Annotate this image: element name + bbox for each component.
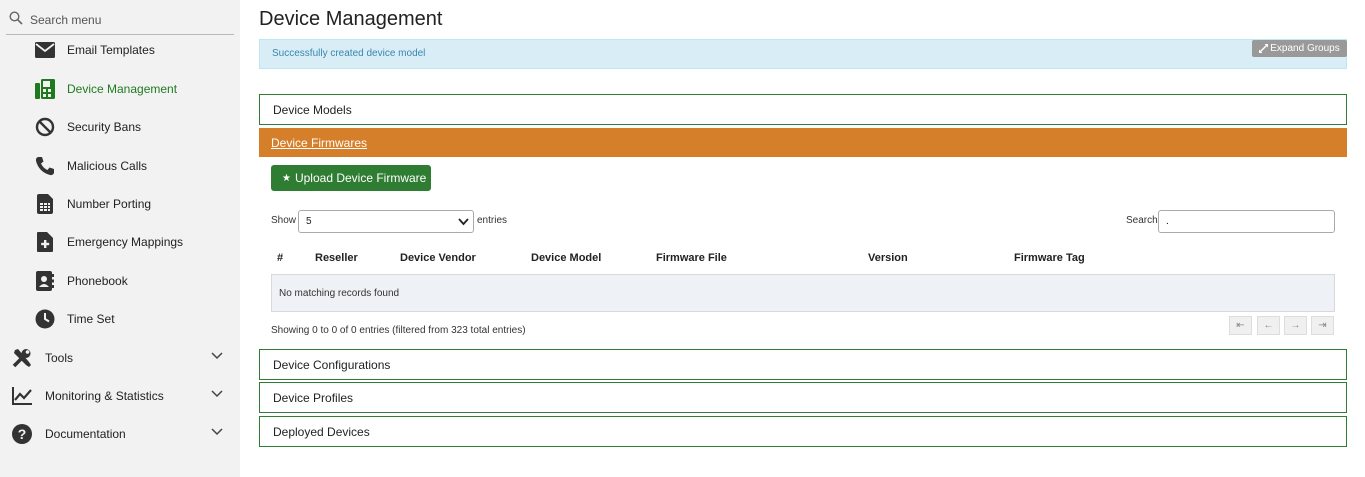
file-medical-icon [34,231,56,253]
success-alert: Successfully created device model [259,39,1347,69]
sidebar-item-email-templates[interactable]: Email Templates [0,31,240,69]
chart-line-icon [11,385,33,407]
column-header-firmware-tag[interactable]: Firmware Tag [1014,252,1085,264]
sidebar-group-documentation[interactable]: ? Documentation [0,415,240,453]
table-search-input[interactable] [1158,210,1335,233]
column-header-firmware-file[interactable]: Firmware File [656,252,727,264]
section-title: Device Profiles [273,390,354,405]
sidebar: Email Templates Device Management Securi… [0,0,240,477]
expand-groups-label: Expand Groups [1270,43,1340,54]
sidebar-group-label: Monitoring & Statistics [45,389,164,403]
section-deployed-devices[interactable]: Deployed Devices [259,416,1347,447]
show-label: Show [271,215,297,226]
sidebar-item-emergency-mappings[interactable]: Emergency Mappings [0,223,240,261]
sidebar-group-label: Tools [45,351,74,365]
tools-icon [11,347,33,369]
sidebar-item-label: Number Porting [67,197,152,211]
expand-icon [1259,44,1269,53]
right-arrow-icon: → [1290,320,1301,331]
fax-icon [34,78,56,100]
pager-previous-button[interactable]: ← [1257,316,1280,335]
pager-last-button[interactable]: ⇥ [1311,316,1334,335]
page-length-select[interactable]: 5 [298,210,474,233]
section-title: Device Models [273,102,352,117]
sidebar-group-label: Documentation [45,427,126,441]
pager-next-button[interactable]: → [1284,316,1307,335]
sidebar-item-phonebook[interactable]: Phonebook [0,262,240,300]
sidebar-item-label: Malicious Calls [67,159,148,173]
clock-icon [34,308,56,330]
column-header-version[interactable]: Version [868,252,908,264]
upload-device-firmware-button[interactable]: ★ Upload Device Firmware [271,165,431,191]
address-book-icon [34,270,56,292]
sidebar-item-number-porting[interactable]: Number Porting [0,185,240,223]
sidebar-item-label: Emergency Mappings [67,235,184,249]
section-device-models[interactable]: Device Models [259,94,1347,125]
section-device-firmwares: Device Firmwares [259,128,1347,157]
sidebar-item-label: Security Bans [67,120,142,134]
chevron-down-icon [211,390,223,398]
last-arrow-icon: ⇥ [1318,320,1327,331]
column-header-reseller[interactable]: Reseller [315,252,358,264]
search-icon [9,11,23,25]
search-label: Search: [1126,215,1161,226]
column-header-device-model[interactable]: Device Model [531,252,601,264]
column-header-device-vendor[interactable]: Device Vendor [400,252,476,264]
search-menu-input[interactable] [30,13,230,27]
sidebar-item-security-bans[interactable]: Security Bans [0,108,240,146]
empty-message: No matching records found [279,287,400,299]
page-length-value: 5 [306,216,312,227]
sidebar-group-monitoring[interactable]: Monitoring & Statistics [0,377,240,415]
column-header-id[interactable]: # [277,252,283,264]
left-arrow-icon: ← [1263,320,1274,331]
table-info: Showing 0 to 0 of 0 entries (filtered fr… [271,325,526,336]
sidebar-item-malicious-calls[interactable]: Malicious Calls [0,147,240,185]
sidebar-item-label: Device Management [67,82,178,96]
sidebar-item-label: Phonebook [67,274,128,288]
alert-message: Successfully created device model [272,48,426,59]
sidebar-item-label: Email Templates [67,43,155,57]
star-icon: ★ [282,172,291,184]
chevron-down-icon [211,352,223,360]
table-empty-row: No matching records found [271,274,1335,312]
sidebar-group-tools[interactable]: Tools [0,339,240,377]
page-title: Device Management [259,8,443,30]
sidebar-item-time-set[interactable]: Time Set [0,300,240,338]
section-title: Device Configurations [273,357,391,372]
question-circle-icon: ? [11,423,33,445]
envelope-icon [34,39,56,61]
chevron-down-icon [211,428,223,436]
svg-text:?: ? [18,426,27,442]
first-arrow-icon: ⇤ [1236,320,1245,331]
section-title: Deployed Devices [273,424,370,439]
section-device-profiles[interactable]: Device Profiles [259,382,1347,413]
pager-first-button[interactable]: ⇤ [1229,316,1252,335]
entries-label: entries [477,215,508,226]
expand-groups-button[interactable]: Expand Groups [1252,40,1347,57]
sim-card-icon [34,193,56,215]
upload-button-label: Upload Device Firmware [294,171,427,185]
sidebar-item-label: Time Set [67,312,115,326]
section-title-link[interactable]: Device Firmwares [271,136,367,150]
ban-icon [34,116,56,138]
sidebar-item-device-management[interactable]: Device Management [0,70,240,108]
section-device-configurations[interactable]: Device Configurations [259,349,1347,380]
phone-icon [34,155,56,177]
chevron-down-icon [458,218,469,226]
